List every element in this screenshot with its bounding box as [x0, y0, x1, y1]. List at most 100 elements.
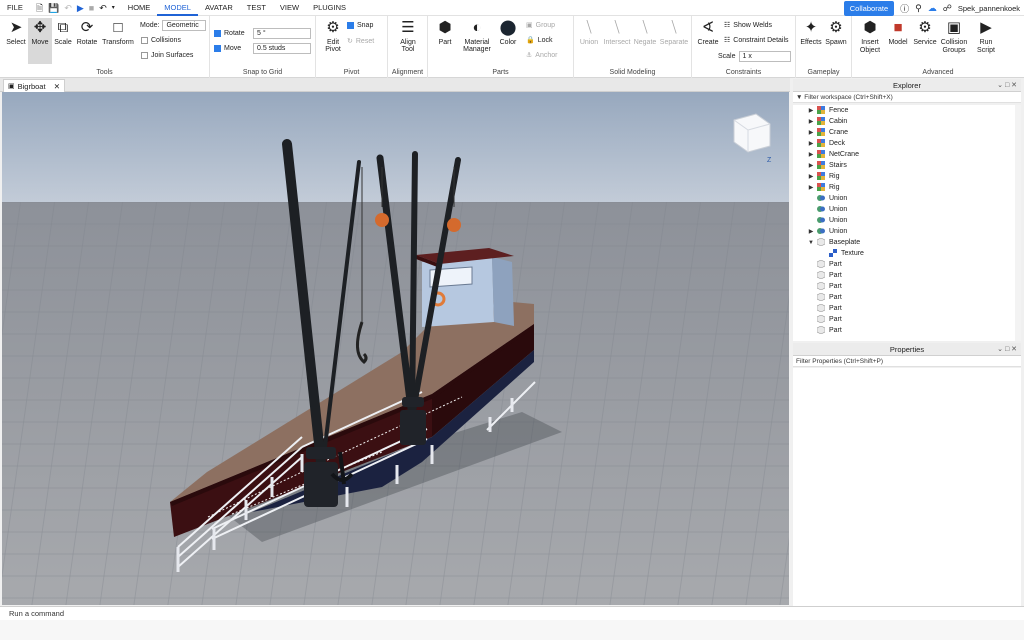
- username[interactable]: Spek_pannenkoek: [958, 4, 1020, 13]
- explorer-controls[interactable]: ⌄ □ ✕: [997, 79, 1017, 92]
- explorer-item[interactable]: Part: [807, 325, 842, 336]
- explorer-item[interactable]: ▶ Fence: [807, 105, 848, 116]
- explorer-item[interactable]: Part: [807, 303, 842, 314]
- undo-icon[interactable]: ↶: [99, 0, 107, 16]
- tab-model[interactable]: MODEL: [157, 0, 198, 16]
- viewport-3d[interactable]: Z: [2, 92, 789, 605]
- collisions-row[interactable]: Collisions: [141, 37, 181, 44]
- move-snap-row: Move 0.5 studs: [214, 43, 311, 54]
- rotate-snap-input[interactable]: 5 °: [253, 28, 311, 39]
- collision-groups-tool[interactable]: ▣ Collision Groups: [938, 19, 970, 55]
- close-tab-icon[interactable]: ✕: [54, 82, 60, 91]
- properties-controls[interactable]: ⌄ □ ✕: [997, 343, 1017, 356]
- explorer-item-label: Cabin: [829, 118, 848, 125]
- scale-tool[interactable]: ⧉ Scale: [52, 19, 74, 46]
- run-script-tool[interactable]: ▶ Run Script: [972, 19, 1000, 55]
- explorer-item[interactable]: ▶ Rig: [807, 171, 840, 182]
- explorer-item[interactable]: Union: [807, 193, 847, 204]
- move-snap-checkbox[interactable]: [214, 45, 221, 52]
- explorer-item[interactable]: ▶ Stairs: [807, 160, 847, 171]
- constraint-details-row[interactable]: ☷ Constraint Details: [724, 36, 789, 45]
- explorer-item[interactable]: ▼ Baseplate: [807, 237, 860, 248]
- constraint-scale-input[interactable]: 1 x: [738, 51, 791, 62]
- join-surfaces-row[interactable]: Join Surfaces: [141, 52, 193, 59]
- play-icon[interactable]: ▶: [77, 0, 84, 16]
- explorer-item[interactable]: Part: [807, 292, 842, 303]
- transform-tool[interactable]: □ Transform: [100, 19, 136, 46]
- explorer-item[interactable]: ▶ Crane: [807, 127, 848, 138]
- collapsed-arrow-icon[interactable]: ▶: [807, 228, 815, 235]
- cloud-icon[interactable]: ☁: [928, 3, 937, 14]
- insert-object-tool[interactable]: ⬢ Insert Object: [856, 19, 884, 55]
- explorer-item[interactable]: ▶ Rig: [807, 182, 840, 193]
- show-welds-row[interactable]: ☷ Show Welds: [724, 21, 772, 30]
- collapsed-arrow-icon[interactable]: ▶: [807, 162, 815, 169]
- collaborate-button[interactable]: Collaborate: [843, 1, 895, 16]
- explorer-filter-placeholder: Filter workspace (Ctrl+Shift+X): [804, 94, 893, 101]
- rotate-tool[interactable]: ⟳ Rotate: [74, 19, 100, 46]
- tab-plugins[interactable]: PLUGINS: [306, 0, 353, 16]
- collapsed-arrow-icon[interactable]: ▶: [807, 129, 815, 136]
- explorer-item[interactable]: Part: [807, 270, 842, 281]
- expanded-arrow-icon[interactable]: ▼: [807, 240, 815, 246]
- explorer-scrollbar[interactable]: [1015, 105, 1021, 341]
- create-label: Create: [697, 39, 719, 46]
- explorer-item[interactable]: Union: [807, 204, 847, 215]
- color-tool[interactable]: ⬤ Color: [496, 19, 520, 46]
- spawn-tool[interactable]: ⚙ Spawn: [823, 19, 849, 46]
- tab-test[interactable]: TEST: [240, 0, 273, 16]
- tab-avatar[interactable]: AVATAR: [198, 0, 240, 16]
- explorer-item[interactable]: Union: [807, 215, 847, 226]
- properties-filter[interactable]: Filter Properties (Ctrl+Shift+P): [793, 356, 1021, 367]
- new-file-icon[interactable]: 🗎: [36, 0, 43, 16]
- tab-view[interactable]: VIEW: [273, 0, 306, 16]
- service-tool[interactable]: ⚙ Service: [912, 19, 938, 46]
- pivot-snap-row[interactable]: Snap: [347, 22, 373, 29]
- select-label: Select: [6, 39, 26, 46]
- negate-tool: ⧹ Negate: [632, 19, 658, 46]
- pivot-snap-checkbox[interactable]: [347, 22, 354, 29]
- explorer-item[interactable]: Part: [807, 281, 842, 292]
- explorer-item[interactable]: ▶ NetCrane: [807, 149, 859, 160]
- share-icon[interactable]: ⚲: [915, 3, 922, 14]
- command-bar[interactable]: Run a command: [0, 606, 1024, 620]
- color-label: Color: [499, 39, 517, 46]
- help-icon[interactable]: ⓘ: [900, 2, 909, 15]
- network-icon[interactable]: ☍: [943, 3, 952, 14]
- collapsed-arrow-icon[interactable]: ▶: [807, 107, 815, 114]
- select-tool[interactable]: ➤ Select: [4, 19, 28, 46]
- file-menu[interactable]: FILE: [0, 0, 30, 16]
- material-manager-tool[interactable]: ◐ Material Manager: [460, 19, 494, 53]
- part-tool[interactable]: ⬢ Part: [434, 19, 456, 46]
- explorer-item[interactable]: ▶ Union: [807, 226, 847, 237]
- effects-tool[interactable]: ✦ Effects: [799, 19, 823, 46]
- anchor-label: Anchor: [535, 51, 558, 59]
- collapsed-arrow-icon[interactable]: ▶: [807, 118, 815, 125]
- explorer-item[interactable]: Part: [807, 259, 842, 270]
- explorer-item[interactable]: Texture: [819, 248, 864, 259]
- mode-dropdown[interactable]: Geometric: [162, 20, 207, 31]
- explorer-item[interactable]: ▶ Cabin: [807, 116, 847, 127]
- collisions-checkbox[interactable]: [141, 37, 148, 44]
- explorer-item[interactable]: Part: [807, 314, 842, 325]
- rotate-snap-checkbox[interactable]: [214, 30, 221, 37]
- document-tab[interactable]: ▣ Bigrboat ✕: [3, 79, 65, 92]
- edit-pivot-tool[interactable]: ⚙ Edit Pivot: [319, 19, 347, 53]
- model-tool[interactable]: ■ Model: [886, 19, 910, 46]
- tab-home[interactable]: HOME: [121, 0, 158, 16]
- explorer-item[interactable]: ▶ Deck: [807, 138, 845, 149]
- lock-row[interactable]: 🔒 Lock: [526, 36, 553, 45]
- explorer-filter[interactable]: ▼ Filter workspace (Ctrl+Shift+X): [793, 92, 1021, 103]
- collapsed-arrow-icon[interactable]: ▶: [807, 140, 815, 147]
- move-snap-input[interactable]: 0.5 studs: [253, 43, 311, 54]
- collapsed-arrow-icon[interactable]: ▶: [807, 173, 815, 180]
- move-tool[interactable]: ✥ Move: [28, 18, 52, 64]
- save-icon[interactable]: 💾: [48, 0, 59, 16]
- join-surfaces-checkbox[interactable]: [141, 52, 148, 59]
- collapsed-arrow-icon[interactable]: ▶: [807, 151, 815, 158]
- create-constraint-tool[interactable]: ∢ Create: [695, 19, 721, 46]
- collapsed-arrow-icon[interactable]: ▶: [807, 184, 815, 191]
- stop-icon[interactable]: ■: [89, 0, 94, 16]
- dropdown-caret-icon[interactable]: ▾: [112, 0, 115, 16]
- align-tool[interactable]: ☰ Align Tool: [393, 19, 423, 53]
